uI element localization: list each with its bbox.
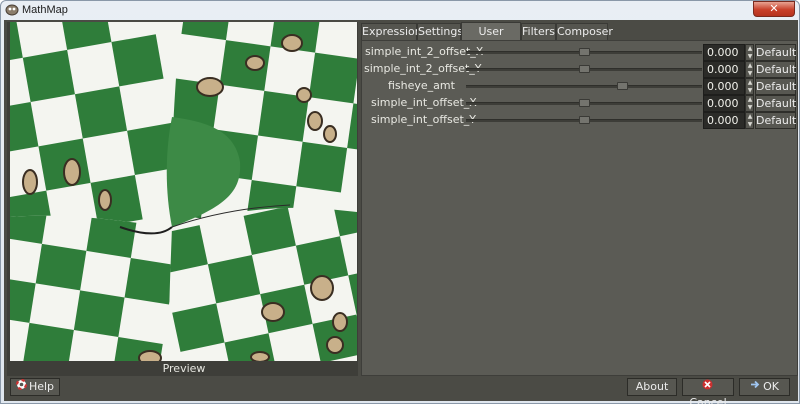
default-button[interactable]: Default	[755, 44, 796, 61]
user-value-label: simple_int_2_offset_Y	[364, 62, 482, 75]
lifebuoy-icon	[15, 378, 28, 395]
slider-thumb[interactable]	[578, 65, 590, 73]
gimp-app-icon	[5, 4, 19, 16]
user-value-row: simple_int_offset_Y 0.000 ▲ ▼ Default	[362, 112, 799, 129]
close-icon: ✕	[769, 2, 779, 15]
tab-settings[interactable]: Settings	[417, 23, 463, 40]
spin-up-icon[interactable]: ▲	[747, 45, 753, 52]
cancel-label: Cancel	[689, 396, 727, 404]
default-button[interactable]: Default	[755, 78, 796, 95]
dialog-client-area: Preview Expression Settings User Values …	[4, 20, 798, 404]
user-value-field[interactable]: 0.000	[703, 61, 745, 78]
tab-composer[interactable]: Composer	[556, 23, 613, 40]
spin-buttons[interactable]: ▲ ▼	[745, 78, 754, 95]
help-button[interactable]: Help	[10, 378, 60, 396]
ok-button[interactable]: OK	[739, 378, 790, 396]
spin-up-icon[interactable]: ▲	[747, 79, 753, 86]
spin-buttons[interactable]: ▲ ▼	[745, 44, 754, 61]
cancel-button[interactable]: Cancel	[682, 378, 734, 404]
spin-buttons[interactable]: ▲ ▼	[745, 95, 754, 112]
cancel-icon	[702, 379, 713, 395]
spin-down-icon[interactable]: ▼	[747, 87, 753, 94]
slider-thumb[interactable]	[616, 82, 628, 90]
user-value-field[interactable]: 0.000	[703, 112, 745, 129]
user-value-field[interactable]: 0.000	[703, 78, 745, 95]
user-value-row: simple_int_2_offset_X 0.000 ▲ ▼ Default	[362, 44, 799, 61]
spin-up-icon[interactable]: ▲	[747, 113, 753, 120]
default-button[interactable]: Default	[755, 95, 796, 112]
close-button[interactable]: ✕	[753, 1, 795, 17]
user-value-row: simple_int_2_offset_Y 0.000 ▲ ▼ Default	[362, 61, 799, 78]
tab-user-values[interactable]: User Values	[461, 22, 521, 56]
spin-buttons[interactable]: ▲ ▼	[745, 61, 754, 78]
preview-frame: Preview	[7, 22, 358, 376]
about-button[interactable]: About	[627, 378, 677, 396]
user-values-panel: simple_int_2_offset_X 0.000 ▲ ▼ Default simpl…	[361, 40, 798, 376]
default-button[interactable]: Default	[755, 112, 796, 129]
default-button[interactable]: Default	[755, 61, 796, 78]
ok-arrow-icon	[750, 379, 761, 395]
spin-down-icon[interactable]: ▼	[747, 121, 753, 128]
slider-thumb[interactable]	[578, 116, 590, 124]
slider-thumb[interactable]	[578, 99, 590, 107]
user-value-field[interactable]: 0.000	[703, 44, 745, 61]
preview-image	[10, 22, 357, 361]
window-title: MathMap	[22, 4, 68, 16]
user-value-label: simple_int_offset_X	[371, 96, 477, 109]
slider-thumb[interactable]	[578, 48, 590, 56]
spin-buttons[interactable]: ▲ ▼	[745, 112, 754, 129]
title-bar[interactable]: MathMap ✕	[1, 1, 799, 19]
distorted-checkerboard-image	[10, 22, 357, 361]
spin-up-icon[interactable]: ▲	[747, 62, 753, 69]
user-value-row: fisheye_amt 0.000 ▲ ▼ Default	[362, 78, 799, 95]
user-value-field[interactable]: 0.000	[703, 95, 745, 112]
user-value-label: simple_int_offset_Y	[371, 113, 476, 126]
mathmap-window: MathMap ✕ Preview Expression Settings Us…	[0, 0, 800, 404]
spin-down-icon[interactable]: ▼	[747, 104, 753, 111]
user-value-label: fisheye_amt	[388, 79, 455, 92]
preview-label: Preview	[162, 362, 206, 375]
tab-expression[interactable]: Expression	[361, 23, 422, 40]
tab-filters[interactable]: Filters	[521, 23, 556, 40]
spin-up-icon[interactable]: ▲	[747, 96, 753, 103]
help-label: Help	[28, 380, 55, 393]
spin-down-icon[interactable]: ▼	[747, 70, 753, 77]
user-value-slider[interactable]	[466, 85, 702, 88]
user-value-row: simple_int_offset_X 0.000 ▲ ▼ Default	[362, 95, 799, 112]
spin-down-icon[interactable]: ▼	[747, 53, 753, 60]
ok-label: OK	[763, 380, 779, 393]
